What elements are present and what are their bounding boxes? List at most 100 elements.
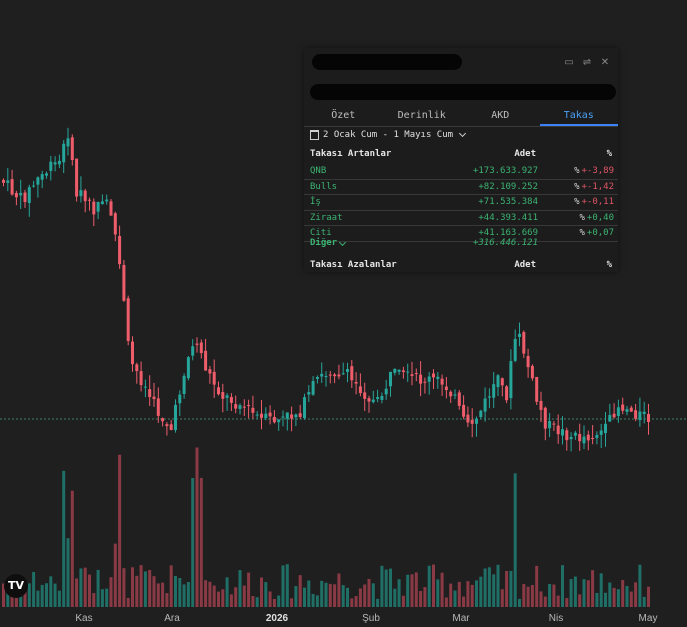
redacted-stock-name: [312, 54, 462, 70]
x-axis-label: Mar: [452, 613, 470, 624]
candle-body: [470, 419, 474, 424]
tab-ozet[interactable]: Özet: [304, 106, 383, 126]
volume-bar: [88, 574, 91, 607]
other-row[interactable]: Diğer +316.446.121: [304, 236, 618, 250]
candle-body: [505, 386, 509, 401]
candle-body: [565, 430, 569, 441]
candle-body: [608, 414, 612, 422]
volume-bar: [530, 585, 534, 607]
volume-bar: [234, 587, 238, 607]
volume-bar: [638, 564, 642, 607]
volume-bar: [260, 577, 263, 607]
calendar-icon: [310, 130, 319, 140]
candle-body: [255, 414, 259, 416]
losers-title: Takası Azalanlar: [310, 260, 397, 270]
volume-bar: [595, 592, 599, 607]
table-row[interactable]: Ziraat +44.393.411 % +0,40: [304, 211, 618, 226]
candle-body: [341, 373, 345, 375]
volume-bar: [49, 576, 53, 607]
candle-body: [612, 413, 616, 418]
candle-body: [423, 381, 427, 383]
candle-body: [23, 192, 27, 203]
candle-body: [432, 373, 435, 378]
volume-bar: [199, 477, 203, 607]
tab-akd[interactable]: AKD: [461, 106, 540, 126]
candle-body: [6, 180, 10, 183]
candle-body: [208, 369, 212, 374]
redacted-price-info: [310, 84, 616, 100]
volume-bar: [178, 578, 182, 607]
date-range-selector[interactable]: 2 Ocak Cum - 1 Mayıs Cum: [310, 129, 467, 140]
volume-bar: [66, 538, 70, 607]
broker-name: İş: [310, 197, 321, 207]
x-axis-label: Şub: [362, 613, 380, 624]
candle-body: [152, 396, 156, 400]
volume-bar: [410, 574, 414, 607]
volume-bar: [311, 593, 315, 607]
candle-body: [57, 160, 61, 165]
volume-bar: [165, 593, 169, 607]
volume-bar: [462, 596, 466, 607]
stock-info-panel: ▭ ⇌ ✕ Özet Derinlik AKD Takas 2 Ocak Cum…: [304, 48, 618, 272]
volume-bar: [225, 577, 229, 607]
volume-bar: [161, 582, 165, 607]
gainers-header: Takası Artanlar Adet %: [304, 147, 618, 161]
candle-body: [526, 355, 530, 368]
volume-bar: [238, 570, 242, 607]
candle-body: [406, 371, 410, 373]
candle-body: [599, 430, 603, 435]
tab-takas[interactable]: Takas: [539, 106, 618, 126]
candle-body: [621, 404, 625, 411]
candle-body: [217, 387, 220, 395]
candle-body: [569, 436, 573, 440]
x-axis: Kas Ara 2026 Şub Mar Nis May: [75, 613, 657, 624]
candle-body: [419, 374, 423, 384]
candle-body: [410, 374, 414, 376]
candle-body: [311, 381, 315, 395]
candle-body: [604, 423, 607, 434]
candle-body: [32, 185, 36, 187]
candle-body: [475, 418, 478, 424]
candle-body: [440, 378, 444, 385]
volume-bar: [139, 565, 143, 607]
volume-bar: [135, 575, 139, 607]
volume-bar: [591, 570, 595, 607]
candle-body: [212, 371, 216, 385]
table-row[interactable]: Bulls +82.109.252 % +-1,42: [304, 180, 618, 195]
volume-bar: [419, 590, 423, 607]
volume-bar: [565, 598, 569, 607]
candle-body: [625, 409, 629, 412]
candle-body: [634, 410, 638, 419]
settings-sliders-icon[interactable]: ⇌: [582, 57, 592, 68]
volume-bar: [358, 588, 362, 607]
candle-body: [88, 199, 91, 201]
folder-icon[interactable]: ▭: [564, 57, 574, 68]
candle-body: [337, 374, 341, 377]
volume-bar: [229, 594, 233, 607]
tradingview-logo[interactable]: TV: [4, 574, 28, 598]
candle-body: [251, 407, 255, 413]
x-axis-label: Ara: [164, 613, 180, 624]
volume-bar: [57, 590, 61, 607]
volume-bar: [281, 565, 285, 607]
volume-bar: [333, 584, 337, 607]
table-row[interactable]: İş +71.535.384 % +-0,11: [304, 195, 618, 211]
candle-body: [535, 376, 539, 402]
candle-body: [397, 369, 401, 372]
volume-bar: [328, 583, 332, 607]
candle-body: [178, 394, 182, 404]
broker-pct: % +0,40: [579, 212, 614, 223]
candle-body: [530, 365, 534, 379]
losers-header: Takası Azalanlar Adet %: [304, 258, 618, 272]
table-row[interactable]: QNB +173.633.927 % +-3,89: [304, 164, 618, 180]
volume-bar: [625, 585, 629, 607]
candle-body: [543, 407, 547, 429]
candle-body: [195, 343, 199, 345]
candle-body: [62, 143, 66, 163]
close-icon[interactable]: ✕: [600, 57, 610, 68]
tab-derinlik[interactable]: Derinlik: [383, 106, 462, 126]
candle-body: [174, 404, 177, 431]
broker-name: Bulls: [310, 181, 338, 192]
candle-body: [290, 414, 294, 419]
broker-amount: +71.535.384: [478, 197, 538, 207]
